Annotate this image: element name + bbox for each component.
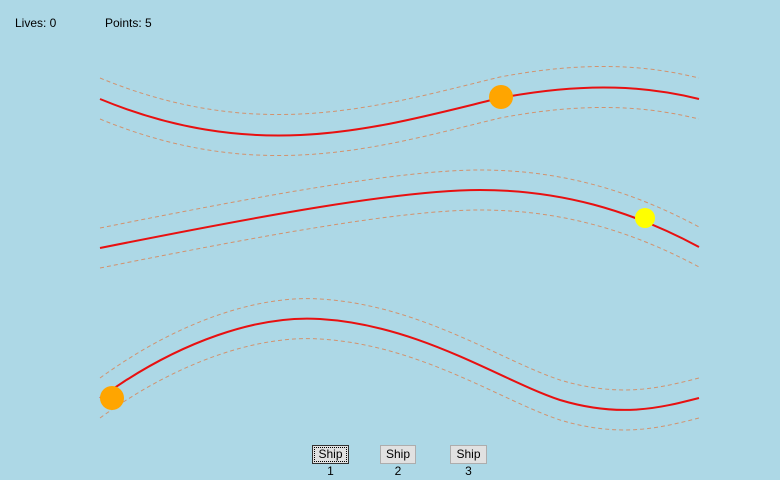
track-2-path xyxy=(99,188,700,249)
track-2-lower-border xyxy=(99,209,700,269)
tracks-layer xyxy=(99,65,700,431)
track-3-path xyxy=(99,317,700,411)
track-1 xyxy=(99,65,700,156)
track-1-lower-border xyxy=(99,106,700,156)
ship-1-button[interactable]: Ship 1 xyxy=(312,445,349,478)
ship-1-marker xyxy=(489,85,513,109)
track-3-upper-border xyxy=(99,298,700,391)
game-canvas: Lives: 0 Points: 5 Ship 1 Ship 2 Ship 3 xyxy=(0,0,780,478)
track-3 xyxy=(99,298,700,431)
track-2 xyxy=(99,169,700,269)
track-2-upper-border xyxy=(99,169,700,229)
ship-2-button[interactable]: Ship 2 xyxy=(380,445,416,478)
ship-2-marker xyxy=(635,208,655,228)
track-1-path xyxy=(99,86,700,137)
ship-3-marker xyxy=(100,386,124,410)
ship-3-button[interactable]: Ship 3 xyxy=(450,445,487,478)
track-3-lower-border xyxy=(99,338,700,431)
